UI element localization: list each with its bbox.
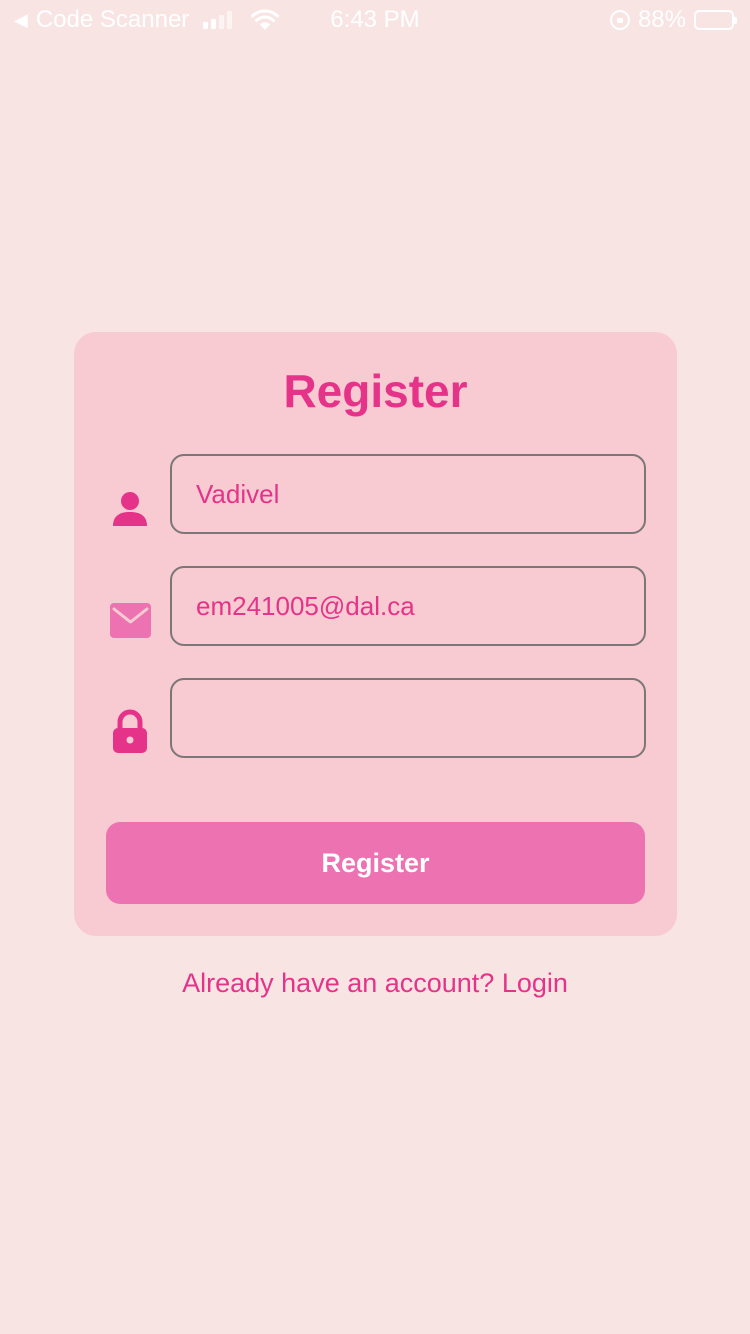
register-button[interactable]: Register [106,822,645,904]
password-input[interactable] [170,678,646,758]
status-bar-right: 88% [609,6,737,33]
page-title: Register [283,365,468,417]
login-link[interactable]: Already have an account? Login [0,968,750,999]
lock-icon [113,709,147,753]
battery-percent: 88% [637,6,686,33]
rotation-lock-icon [609,10,630,30]
mail-icon [110,603,151,638]
register-screen: ◀ Code Scanner 6:43 PM 88% Register Vadi… [0,0,750,1334]
email-input[interactable] [170,566,646,646]
status-bar: ◀ Code Scanner 6:43 PM 88% [0,0,750,40]
battery-icon [694,10,737,30]
person-icon [113,492,147,526]
name-input[interactable] [170,454,646,534]
